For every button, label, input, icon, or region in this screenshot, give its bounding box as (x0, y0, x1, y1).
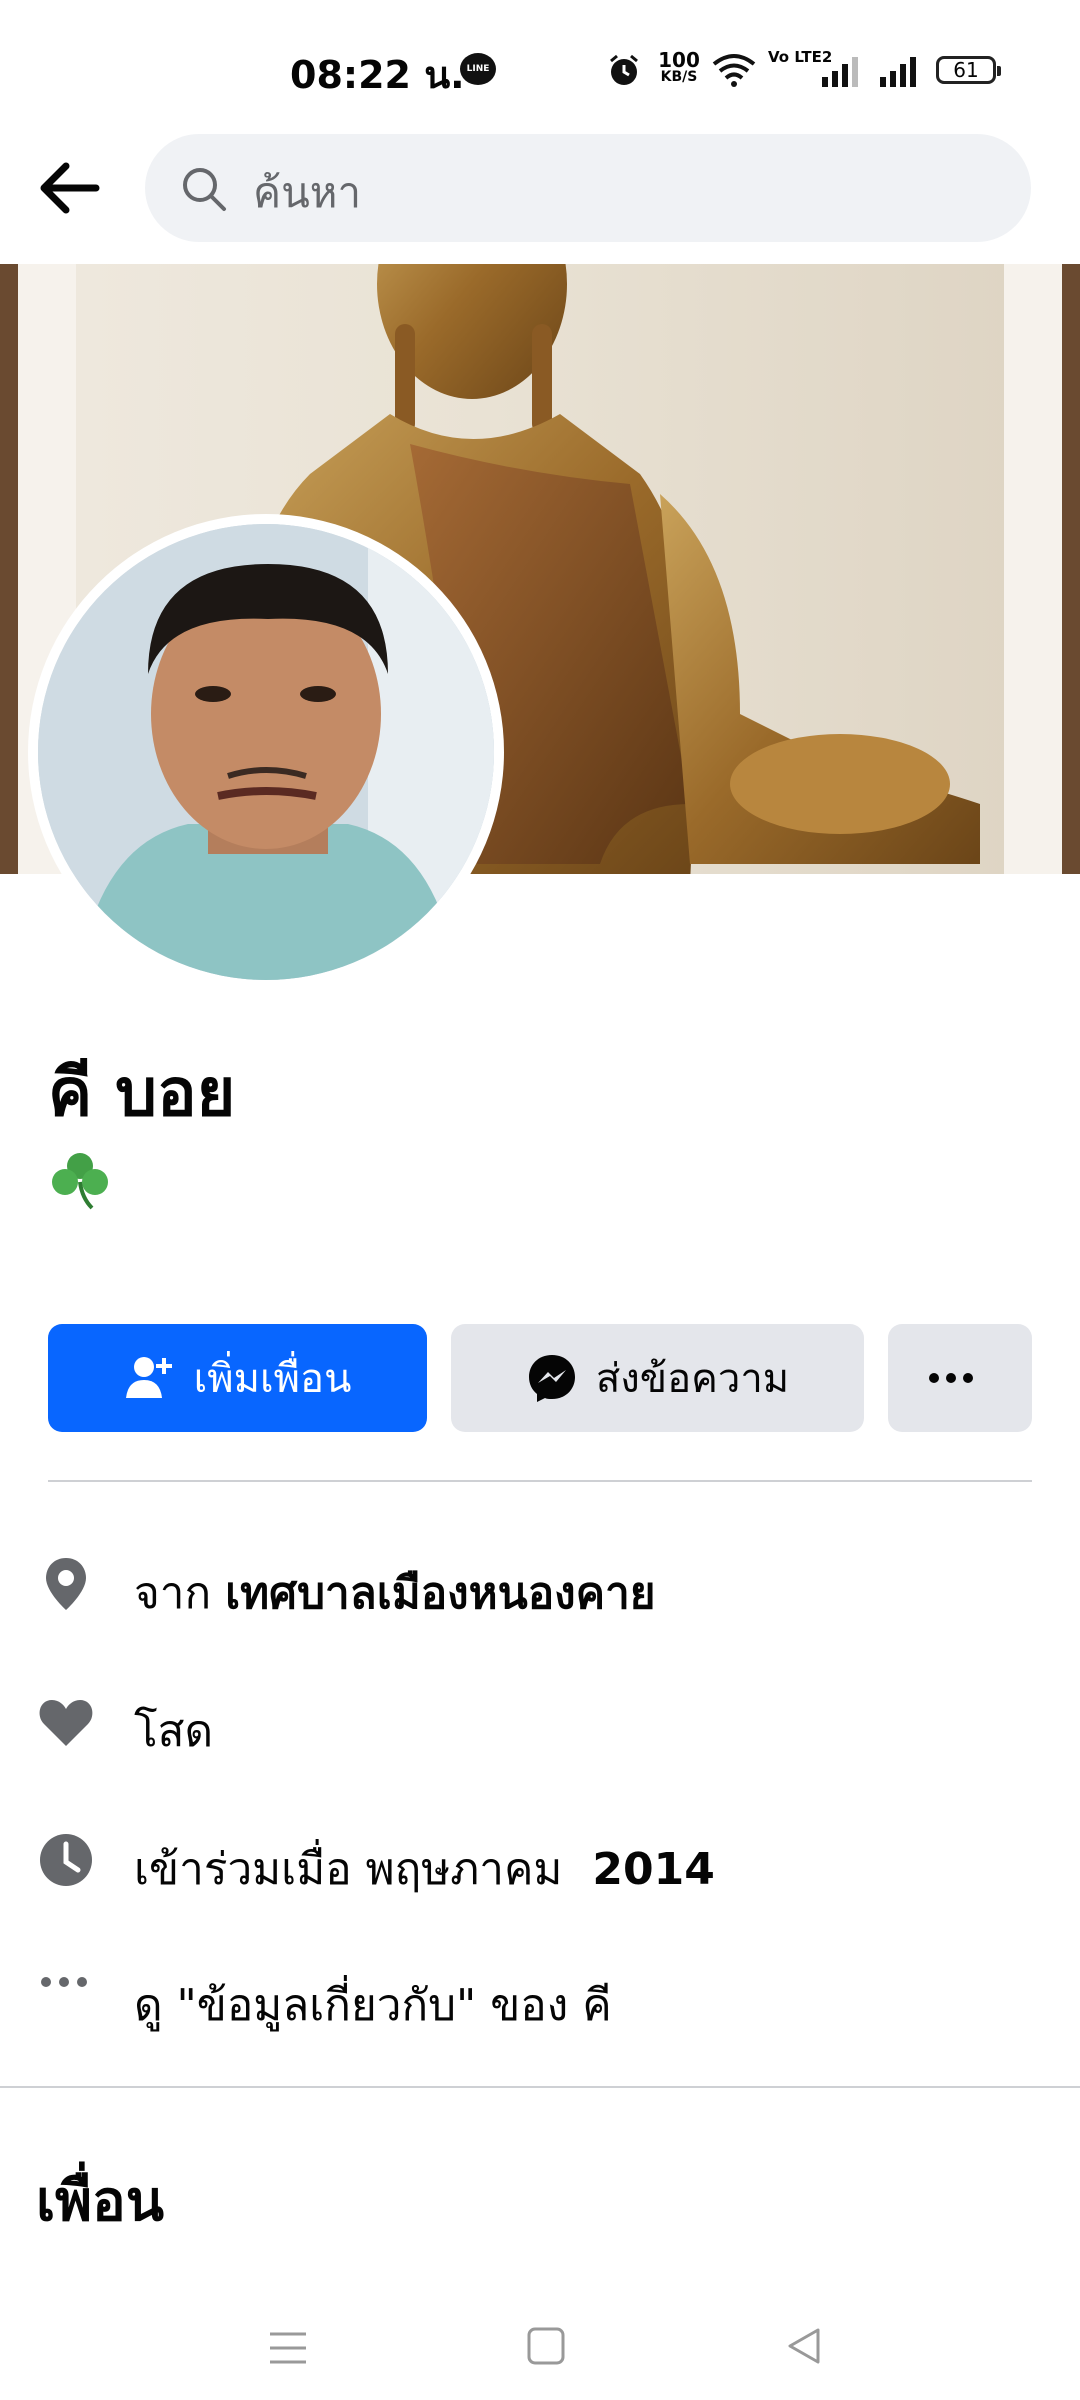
cover-frame (1062, 264, 1080, 874)
network-speed: 100 KB/S (655, 50, 703, 84)
message-label: ส่งข้อความ (595, 1356, 790, 1402)
section-divider (0, 2086, 1080, 2088)
profile-photo (38, 524, 494, 980)
back-triangle-icon[interactable] (784, 2326, 824, 2366)
info-row-joined: เข้าร่วมเมื่อ พฤษภาคม 2014 (0, 1816, 1080, 1906)
location-pin-icon (46, 1558, 86, 1610)
wifi-icon (712, 54, 756, 87)
home-icon[interactable] (526, 2326, 566, 2366)
add-friend-label: เพิ่มเพื่อน (193, 1356, 352, 1402)
signal-sim2-icon (880, 57, 916, 87)
profile-name: คี บอย (48, 1054, 236, 1131)
hometown-place[interactable]: เทศบาลเมืองหนองคาย (225, 1568, 655, 1619)
signal-sim1-icon (822, 57, 858, 87)
info-row-about[interactable]: ดู "ข้อมูลเกี่ยวกับ" ของ คี (0, 1952, 1080, 2042)
battery-icon: 61 (936, 56, 1001, 84)
joined-prefix: เข้าร่วมเมื่อ พฤษภาคม (134, 1844, 563, 1895)
joined-text: เข้าร่วมเมื่อ พฤษภาคม 2014 (134, 1834, 715, 1904)
messenger-icon (528, 1355, 575, 1402)
heart-icon (39, 1700, 93, 1746)
add-friend-icon (125, 1357, 172, 1398)
more-options-button[interactable] (888, 1324, 1032, 1432)
joined-year: 2014 (592, 1844, 715, 1895)
divider (48, 1480, 1032, 1482)
profile-photo-image (38, 524, 494, 980)
network-speed-unit: KB/S (660, 69, 698, 85)
system-nav-bar (0, 2290, 1080, 2400)
search-icon (183, 168, 226, 211)
info-row-hometown: จาก เทศบาลเมืองหนองคาย (0, 1540, 1080, 1630)
search-input[interactable]: ค้นหา (145, 134, 1031, 242)
status-bar: 08:22 น. LINE 100 KB/S Vo LTE2 61 (0, 0, 1080, 130)
add-friend-button[interactable]: เพิ่มเพื่อน (48, 1324, 427, 1432)
alarm-icon (610, 54, 638, 85)
line-app-icon: LINE (460, 53, 496, 85)
cover-frame (0, 264, 18, 874)
more-dots-icon (929, 1373, 973, 1383)
shamrock-icon (52, 1153, 108, 1210)
avatar[interactable] (28, 514, 504, 990)
back-arrow-icon[interactable] (30, 148, 110, 228)
recent-apps-icon[interactable] (268, 2330, 308, 2366)
hometown-text: จาก เทศบาลเมืองหนองคาย (134, 1558, 656, 1628)
clock-icon (40, 1834, 92, 1886)
network-speed-value: 100 (658, 48, 700, 72)
info-row-relationship: โสด (0, 1678, 1080, 1768)
more-dots-icon (41, 1977, 87, 1987)
friends-heading: เพื่อน (36, 2169, 164, 2234)
relationship-text: โสด (134, 1706, 214, 1757)
see-about-link[interactable]: ดู "ข้อมูลเกี่ยวกับ" ของ คี (134, 1970, 612, 2040)
status-time: 08:22 น. (290, 53, 465, 97)
hometown-prefix: จาก (134, 1568, 212, 1619)
message-button[interactable]: ส่งข้อความ (451, 1324, 864, 1432)
search-placeholder: ค้นหา (253, 168, 362, 217)
